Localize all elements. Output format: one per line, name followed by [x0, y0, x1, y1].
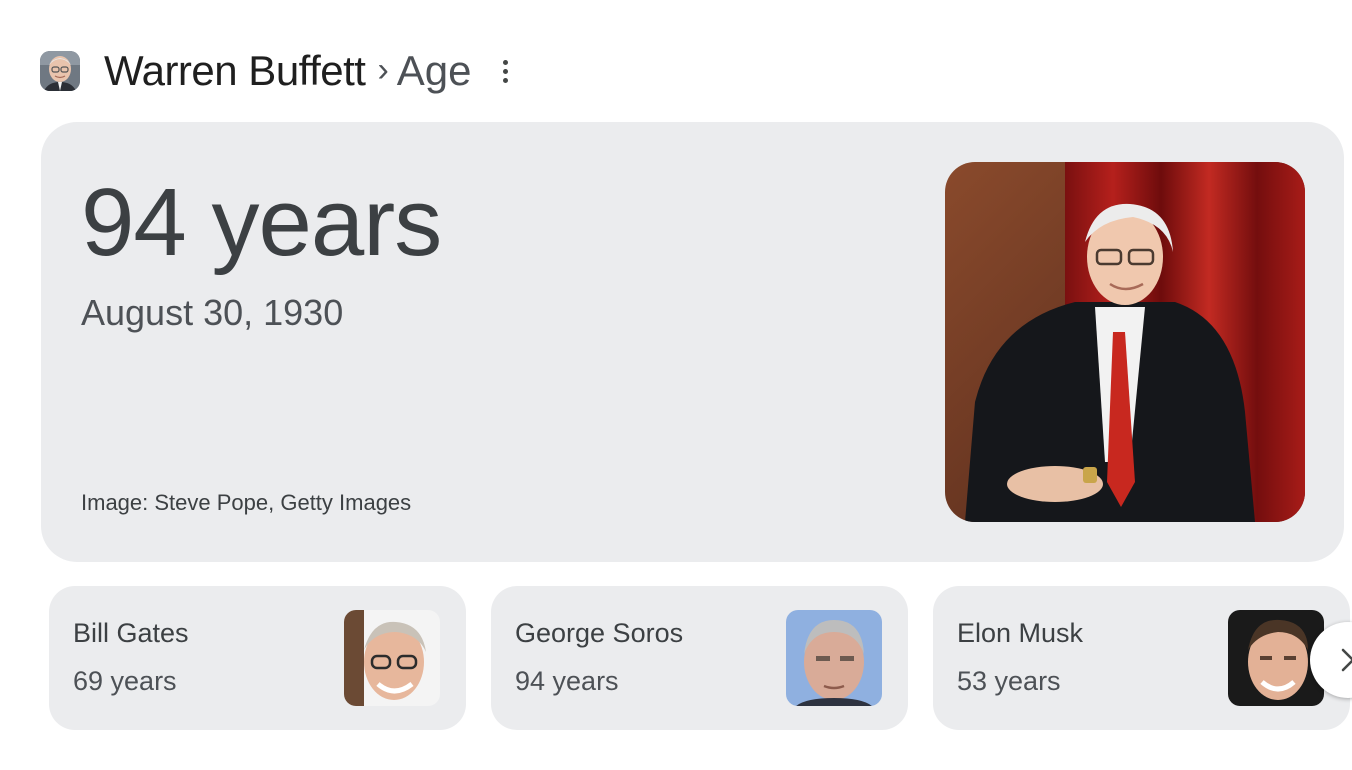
person-age: 53 years — [957, 666, 1061, 696]
answer-card: 94 years August 30, 1930 Image: Steve Po… — [41, 122, 1344, 562]
chevron-right-icon — [1341, 648, 1352, 672]
birth-date: August 30, 1930 — [81, 292, 344, 333]
person-name: Elon Musk — [957, 618, 1084, 648]
related-person-card-bill-gates[interactable]: Bill Gates 69 years — [49, 586, 466, 730]
age-value: 94 years — [81, 169, 442, 276]
entity-title[interactable]: Warren Buffett — [104, 47, 366, 95]
person-age: 94 years — [515, 666, 619, 696]
related-person-card-elon-musk[interactable]: Elon Musk 53 years — [933, 586, 1350, 730]
entity-avatar[interactable] — [40, 51, 80, 91]
entity-photo[interactable] — [945, 162, 1305, 522]
attribute-title: Age — [396, 47, 472, 94]
person-age: 69 years — [73, 666, 177, 696]
person-name: Bill Gates — [73, 618, 189, 648]
related-person-card-george-soros[interactable]: George Soros 94 years — [491, 586, 908, 730]
more-options-button[interactable] — [494, 56, 518, 86]
image-credit: Image: Steve Pope, Getty Images — [81, 490, 412, 515]
more-vert-icon — [503, 59, 509, 65]
person-thumbnail — [344, 610, 440, 706]
person-thumbnail — [786, 610, 882, 706]
age-answer-panel: Warren Buffett › Age 94 years August 30,… — [0, 0, 1352, 770]
entity-header: Warren Buffett › Age — [40, 47, 518, 95]
person-name: George Soros — [515, 618, 684, 648]
related-people-row: Bill Gates 69 years George Soros 94 year… — [49, 586, 1352, 730]
breadcrumb-separator: › — [377, 50, 389, 89]
